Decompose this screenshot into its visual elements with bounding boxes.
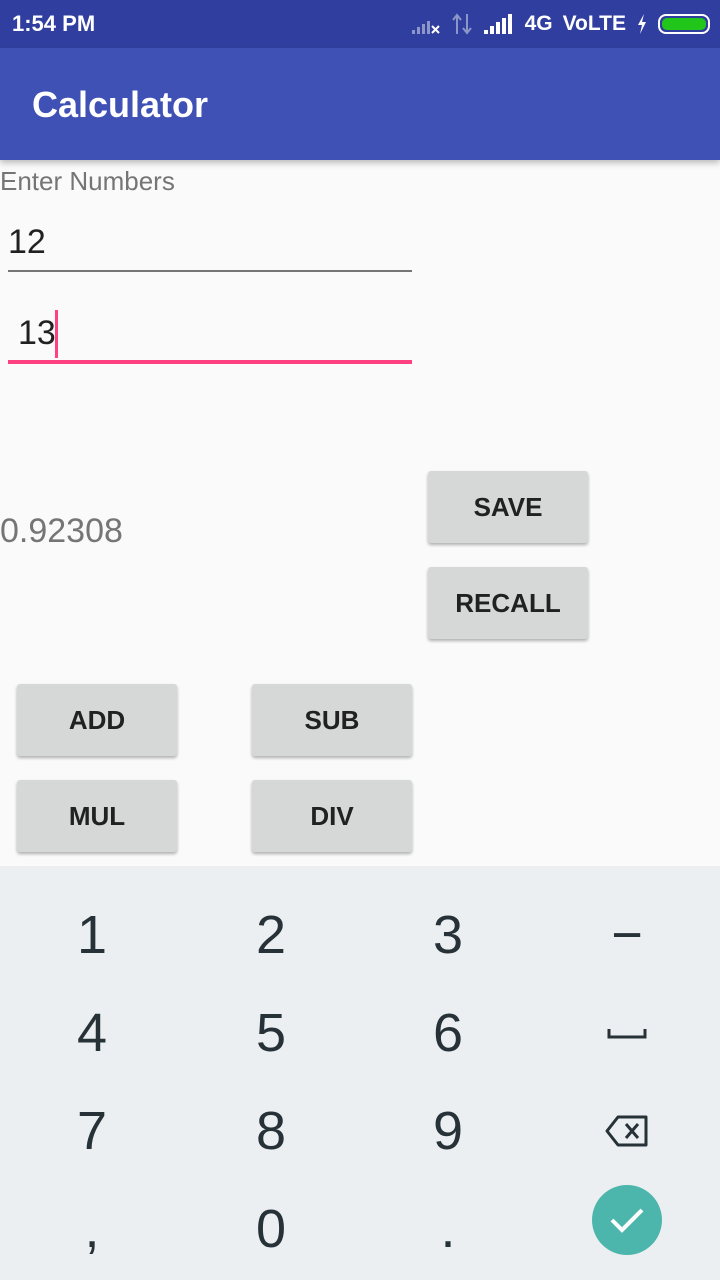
key-3-label: 3 <box>432 905 464 965</box>
key-2[interactable]: 2 <box>181 886 361 984</box>
status-icons: 4G VoLTE <box>401 10 710 38</box>
confirm-button[interactable] <box>592 1185 662 1255</box>
key-6[interactable]: 6 <box>358 984 538 1082</box>
no-signal-icon <box>411 21 440 34</box>
numeric-keyboard: 1 2 3 − 4 5 6 7 8 9 , 0 . <box>0 866 720 1280</box>
key-6-label: 6 <box>432 1003 464 1063</box>
battery-icon <box>658 14 710 34</box>
key-5[interactable]: 5 <box>181 984 361 1082</box>
key-4[interactable]: 4 <box>2 984 182 1082</box>
key-minus-label: − <box>611 905 643 965</box>
key-1-label: 1 <box>76 905 108 965</box>
status-bar: 1:54 PM 4G VoLTE <box>0 0 720 48</box>
signal-icon <box>483 14 512 34</box>
key-9[interactable]: 9 <box>358 1082 538 1180</box>
key-space[interactable] <box>537 984 717 1082</box>
key-7[interactable]: 7 <box>2 1082 182 1180</box>
key-comma[interactable]: , <box>2 1180 182 1278</box>
recall-button[interactable]: RECALL <box>428 567 588 639</box>
enter-numbers-label: Enter Numbers <box>0 166 175 196</box>
key-4-label: 4 <box>76 1003 108 1063</box>
text-cursor <box>55 310 58 358</box>
sub-button[interactable]: SUB <box>252 684 412 756</box>
key-7-label: 7 <box>76 1101 108 1161</box>
key-0-label: 0 <box>255 1199 287 1259</box>
check-icon <box>610 1208 644 1233</box>
charging-icon <box>638 14 646 34</box>
add-button[interactable]: ADD <box>17 684 177 756</box>
volte-label: VoLTE <box>562 12 626 35</box>
key-3[interactable]: 3 <box>358 886 538 984</box>
space-icon <box>607 1029 647 1039</box>
key-0[interactable]: 0 <box>181 1180 361 1278</box>
number-2-input[interactable] <box>8 306 412 364</box>
network-type: 4G <box>524 12 553 35</box>
key-8[interactable]: 8 <box>181 1082 361 1180</box>
key-8-label: 8 <box>255 1101 287 1161</box>
status-time: 1:54 PM <box>12 11 96 36</box>
app-title: Calculator <box>32 84 209 125</box>
save-button[interactable]: SAVE <box>428 471 588 543</box>
app-bar: Calculator <box>0 48 720 160</box>
key-minus[interactable]: − <box>537 886 717 984</box>
key-comma-label: , <box>84 1199 100 1259</box>
key-confirm[interactable] <box>537 1171 717 1269</box>
key-9-label: 9 <box>432 1101 464 1161</box>
key-5-label: 5 <box>255 1003 287 1063</box>
key-dot-label: . <box>440 1199 456 1259</box>
mul-button[interactable]: MUL <box>17 780 177 852</box>
backspace-icon <box>605 1115 648 1147</box>
key-backspace[interactable] <box>537 1082 717 1180</box>
key-dot[interactable]: . <box>358 1180 538 1278</box>
data-arrows-icon <box>451 13 472 35</box>
key-2-label: 2 <box>255 905 287 965</box>
key-1[interactable]: 1 <box>2 886 182 984</box>
number-1-input[interactable] <box>8 214 412 272</box>
result-text: 0.92308 <box>0 512 123 550</box>
div-button[interactable]: DIV <box>252 780 412 852</box>
